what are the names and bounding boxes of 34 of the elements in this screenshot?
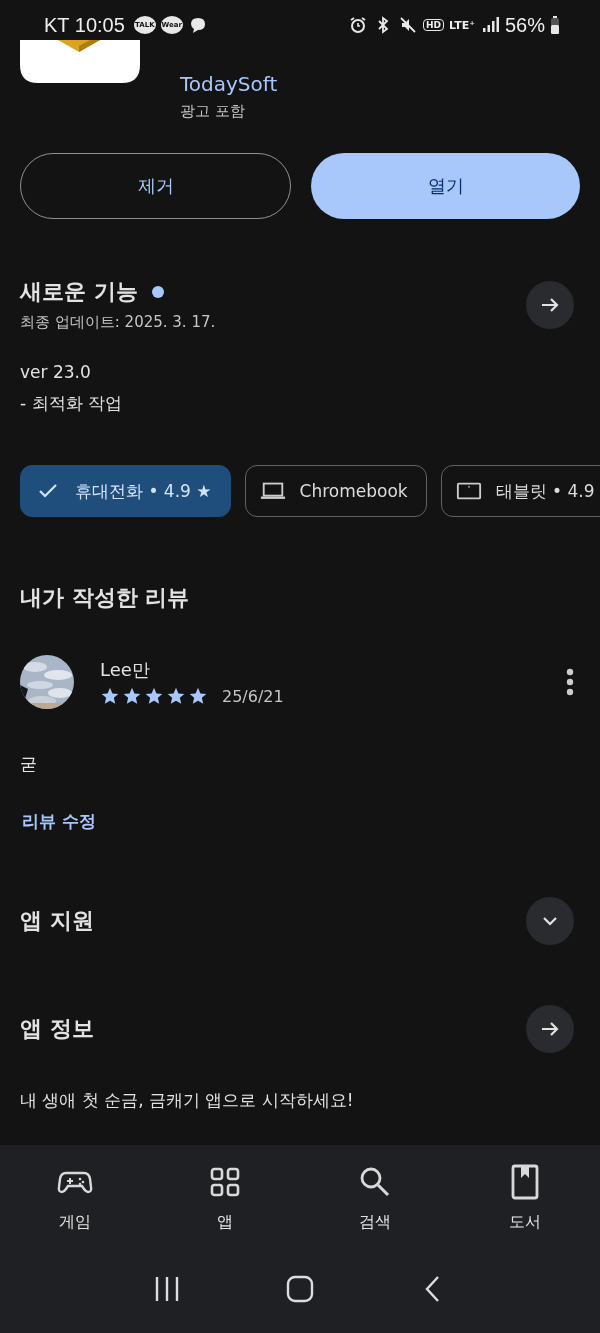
mute-icon <box>397 15 418 35</box>
battery-icon <box>550 15 560 35</box>
battery-percent: 56% <box>504 13 545 37</box>
nav-tab[interactable]: 게임 <box>20 1163 130 1234</box>
section-title: 내가 작성한 리뷰 <box>19 584 191 612</box>
review-date: 25/6/21 <box>222 686 284 706</box>
home-icon[interactable] <box>285 1274 315 1304</box>
arrow-button[interactable] <box>526 1005 574 1053</box>
release-notes: - 최적화 작업 <box>20 392 123 415</box>
section-title: 앱 지원 <box>20 907 94 935</box>
device-chip[interactable]: 태블릿 • 4.9 <box>440 465 600 517</box>
edit-review-link[interactable]: 리뷰 수정 <box>0 776 118 833</box>
new-indicator-dot <box>151 286 164 298</box>
section-title: 앱 정보 <box>20 1015 94 1043</box>
version-text: ver 23.0 <box>20 362 92 382</box>
device-chip[interactable]: Chromebook <box>244 465 427 517</box>
review-text: 굳 <box>19 753 38 776</box>
nav-tab[interactable]: 도서 <box>470 1163 580 1234</box>
status-time: KT 10:05 <box>44 13 125 37</box>
network-indicator: HD <box>422 19 444 31</box>
reviewer-name: Lee만 <box>100 658 151 682</box>
section-title: 새로운 기능 <box>20 278 138 306</box>
nav-tab[interactable]: 검색 <box>320 1163 430 1234</box>
arrow-button[interactable] <box>526 280 574 329</box>
network-indicator: LTE⁺ <box>448 18 475 32</box>
open-button[interactable]: 열기 <box>311 153 580 219</box>
developer-link[interactable]: TodaySoft <box>180 72 278 96</box>
more-options-icon[interactable] <box>566 668 574 696</box>
update-date: 최종 업데이트: 2025. 3. 17. <box>20 313 216 332</box>
nav-tab[interactable]: 앱 <box>170 1163 280 1234</box>
app-description: 내 생애 첫 순금, 금캐기 앱으로 시작하세요! <box>19 1089 355 1112</box>
ad-note: 광고 포함 <box>180 102 246 121</box>
app-icon <box>20 40 140 83</box>
device-chip[interactable]: 휴대전화 • 4.9 ★ <box>20 465 231 517</box>
